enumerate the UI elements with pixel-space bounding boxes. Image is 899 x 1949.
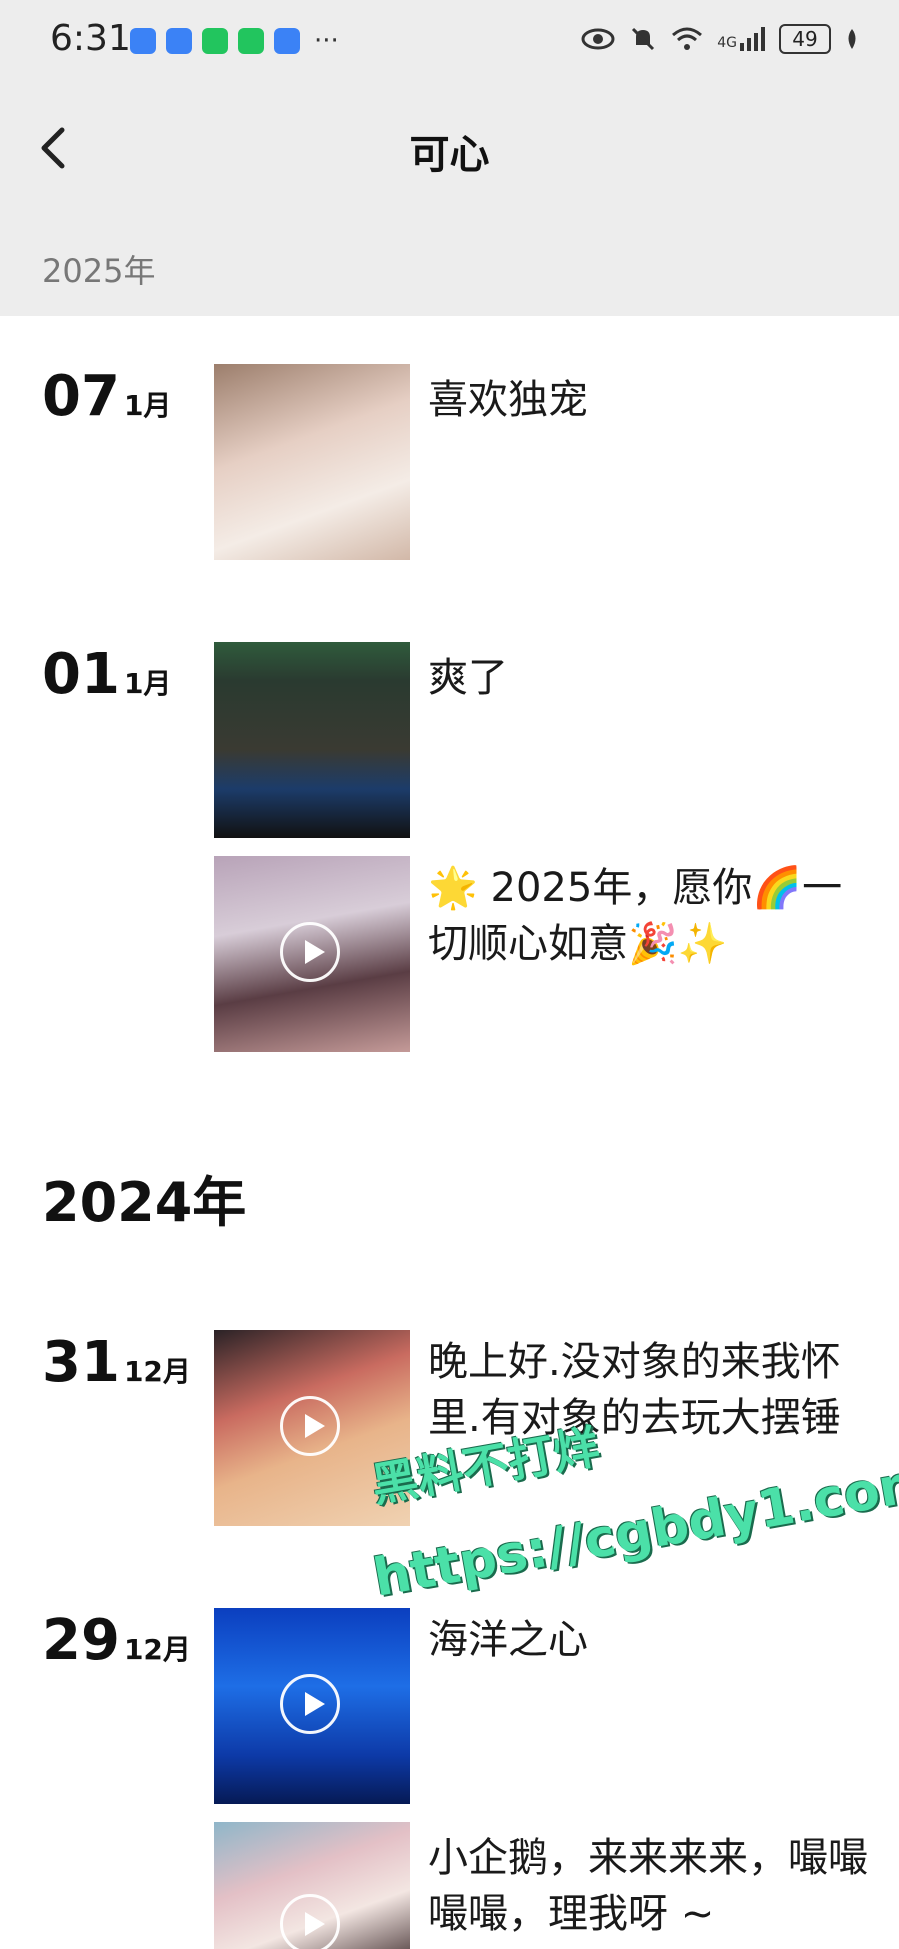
year-header-2024: 2024年 — [42, 1171, 247, 1234]
message-app-icon — [274, 28, 300, 54]
page-title: 可心 — [409, 132, 490, 178]
post-thumbnail[interactable] — [214, 856, 410, 1052]
iqiyi-app-icon — [202, 28, 228, 54]
play-icon[interactable] — [280, 1894, 340, 1949]
system-icons: 4G 49 — [581, 24, 859, 54]
check-app-icon — [166, 28, 192, 54]
post-thumbnail[interactable] — [214, 1822, 410, 1949]
post-caption: 海洋之心 — [428, 1617, 588, 1663]
wifi-icon — [672, 27, 703, 50]
year-label: 2025年 — [42, 252, 156, 290]
iqiyi-app-icon-2 — [238, 28, 264, 54]
post-month: 12月 — [123, 1633, 191, 1666]
post-day: 07 — [42, 364, 120, 429]
post-date: 31 12月 — [42, 1330, 191, 1395]
post-thumbnail[interactable] — [214, 364, 410, 560]
signal-icon: 4G — [717, 27, 765, 51]
network-type: 4G — [717, 35, 737, 51]
nav-bar: 可心 — [0, 88, 899, 208]
post-caption: 小企鹅，来来来来，嘬嘬嘬嘬，理我呀 ~ — [428, 1835, 868, 1937]
notification-icons: ··· — [130, 28, 339, 54]
play-icon[interactable] — [280, 1396, 340, 1456]
post-day: 01 — [42, 642, 120, 707]
status-bar: 6:31 ··· 4G 49 — [0, 0, 899, 88]
status-time: 6:31 — [50, 18, 131, 59]
post-thumbnail[interactable] — [214, 1608, 410, 1804]
battery-indicator: 49 — [779, 24, 831, 54]
post-month: 12月 — [123, 1355, 191, 1388]
post-thumbnail[interactable] — [214, 642, 410, 838]
post-month: 1月 — [123, 389, 172, 422]
play-icon[interactable] — [280, 922, 340, 982]
post-caption: 爽了 — [428, 655, 508, 701]
post-day: 29 — [42, 1608, 120, 1673]
year-header-2025: 2025年 — [0, 208, 899, 316]
play-icon[interactable] — [280, 1674, 340, 1734]
post-day: 31 — [42, 1330, 120, 1395]
post-caption: 喜欢独宠 — [428, 377, 588, 423]
mute-bell-icon — [632, 27, 655, 51]
more-notifications-icon: ··· — [314, 26, 339, 56]
post-caption: 🌟 2025年，愿你🌈一切顺心如意🎉✨ — [428, 865, 843, 967]
post-date: 07 1月 — [42, 364, 171, 429]
post-date: 01 1月 — [42, 642, 171, 707]
shield-app-icon — [130, 28, 156, 54]
post-month: 1月 — [123, 667, 172, 700]
post-date: 29 12月 — [42, 1608, 191, 1673]
eye-icon — [581, 28, 615, 50]
leaf-icon — [848, 29, 856, 49]
